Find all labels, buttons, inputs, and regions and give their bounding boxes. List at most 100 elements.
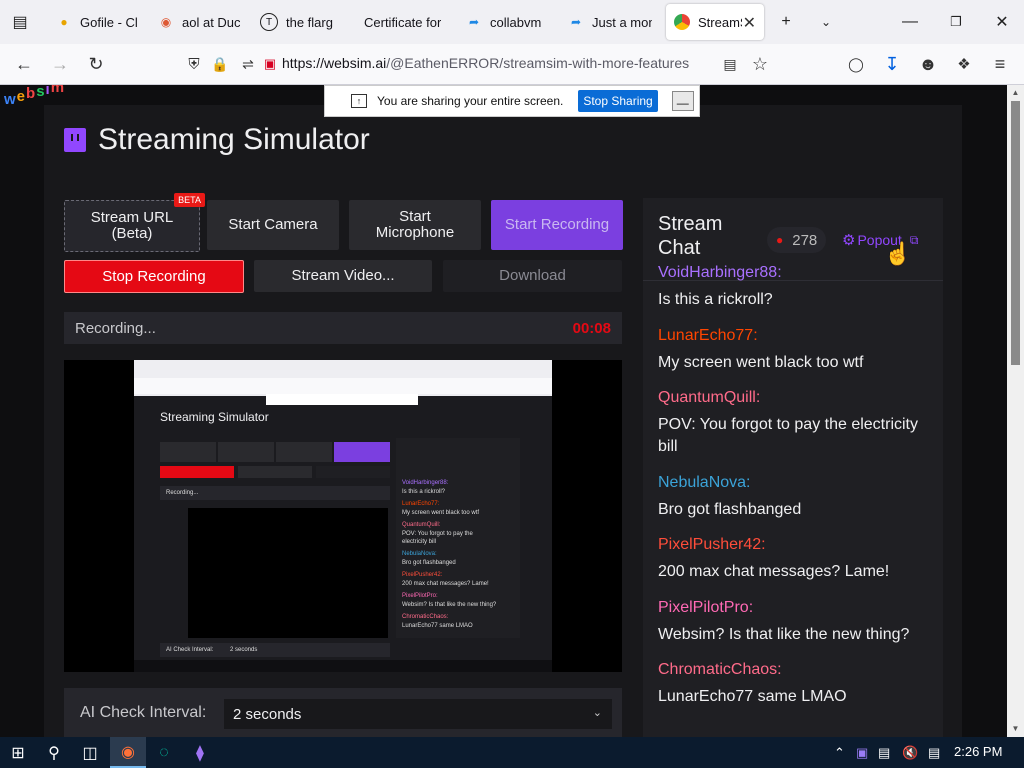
new-tab-icon[interactable]: + [772,8,800,36]
tray-app-icon[interactable]: ▣ [856,745,868,761]
menu-icon[interactable]: ≡ [986,50,1014,78]
tab-4[interactable]: ➦ collabvm [466,4,548,40]
preview-chat-line: QuantumQuill: [402,522,441,528]
tab-6-active[interactable]: StreamS ✕ [666,4,764,40]
folder-icon: ● [60,15,68,29]
reload-icon[interactable]: ↻ [82,50,110,78]
lock-icon[interactable]: 🔒 [206,50,234,78]
search-icon[interactable]: ⚲ [36,737,72,768]
restore-window-icon[interactable]: ❐ [942,8,970,36]
ai-check-interval-select[interactable]: 2 seconds ⌄ [224,699,612,729]
back-icon[interactable]: ← [10,50,38,78]
preview-button [238,466,312,478]
pocket-icon[interactable]: ◯ [842,50,870,78]
start-recording-button[interactable]: Start Recording [491,200,623,250]
preview-chat-line: 200 max chat messages? Lame! [402,581,489,587]
preview-button [334,442,390,462]
notifications-icon[interactable]: ▤ [928,745,940,761]
network-icon[interactable]: ▤ [878,745,890,761]
taskbar-clock[interactable]: 2:26 PM [954,744,1002,759]
tray-chevron-up-icon[interactable]: ⌃ [834,745,845,761]
preview-nested-frame [188,508,388,638]
chat-message: ChromaticChaos: LunarEcho77 same LMAO [658,661,938,708]
screen-share-indicator-icon[interactable]: ▣ [256,50,284,78]
chat-message-text: 200 max chat messages? Lame! [658,563,890,580]
extensions-icon[interactable]: ❖ [950,50,978,78]
preview-button [160,442,216,462]
start-camera-button[interactable]: Start Camera [207,200,339,250]
preview-chat-line: VoidHarbinger88: [402,480,449,486]
viewer-person-icon: ● [776,233,784,247]
chat-message: PixelPusher42: 200 max chat messages? Lam… [658,536,938,583]
tracking-shield-icon[interactable]: ⛨ [180,50,208,78]
firefox-taskbar-icon[interactable]: ◉ [110,737,146,768]
minimize-share-bar-button[interactable]: — [671,91,694,111]
preview-title: Streaming Simulator [160,410,269,424]
tab-5[interactable]: ➦ Just a mom [568,4,652,40]
tab-3[interactable]: Certificate for [364,4,444,40]
preview-button [218,442,274,462]
chat-username[interactable]: PixelPusher42: [658,536,938,554]
visual-studio-taskbar-icon[interactable]: ⧫ [182,737,218,768]
preview-chat-line: My screen went black too wtf [402,510,480,516]
preview-chat-line: Websim? Is that like the new thing? [402,602,497,608]
scroll-up-icon[interactable]: ▲ [1011,88,1020,97]
stream-video-button[interactable]: Stream Video... [254,260,432,292]
stream-url-button[interactable]: Stream URL (Beta) BETA [64,193,205,252]
windows-taskbar: ⊞ ⚲ ◫ ◉ ◌ ⧫ ⌃ ▣ ▤ 🔇 ▤ 2:26 PM [0,737,1024,768]
start-microphone-button[interactable]: Start Microphone [349,200,481,250]
windows-start-icon[interactable]: ⊞ [0,737,36,768]
recording-status-bar: Recording... 00:08 [64,312,622,344]
screen-sharing-bar: ↑ You are sharing your entire screen. St… [324,85,700,117]
preview-chat-line: Bro got flashbanged [402,560,456,566]
duckduckgo-icon: ◉ [160,15,172,29]
account-icon[interactable]: ☻ [914,50,942,78]
close-tab-icon[interactable]: ✕ [743,13,756,33]
scrollbar-thumb[interactable] [1011,101,1020,365]
preview-chat-line: POV: You forgot to pay the [402,531,473,537]
forward-icon[interactable]: → [46,50,74,78]
chat-username[interactable]: PixelPilotPro: [658,599,938,617]
preview-ai-value: 2 seconds [230,647,258,653]
minimize-window-icon[interactable]: — [896,8,924,36]
page-scrollbar[interactable]: ▲ ▼ [1007,85,1024,737]
stop-sharing-button[interactable]: Stop Sharing [578,90,658,112]
chat-message-text: POV: You forgot to pay the electricity b… [658,416,918,455]
list-tabs-icon[interactable]: ⌄ [812,8,840,36]
chat-username[interactable]: LunarEcho77: [658,327,938,345]
preview-nav-bar [134,378,552,394]
app-header: Streaming Simulator [64,123,370,157]
chat-username[interactable]: VoidHarbinger88: [658,264,938,282]
preview-chat-line: Is this a rickroll? [402,489,446,495]
volume-muted-icon[interactable]: 🔇 [902,745,918,761]
chat-message: QuantumQuill: POV: You forgot to pay the … [658,389,938,458]
share-screen-icon: ↑ [351,94,367,108]
scroll-down-icon[interactable]: ▼ [1011,724,1020,733]
tab-overview-icon[interactable]: ▤ [6,8,34,36]
downloads-icon[interactable]: ↧ [878,50,906,78]
url-bar[interactable]: https://websim.ai/@EathenERROR/streamsim… [282,55,689,71]
reader-view-icon[interactable]: ▤ [716,50,744,78]
viewer-count-badge: ● 278 [767,227,827,253]
collabvm-icon: ➦ [570,15,582,29]
chat-username[interactable]: NebulaNova: [658,474,938,492]
download-button[interactable]: Download [443,260,622,292]
chat-message: NebulaNova: Bro got flashbanged [658,474,938,521]
tab-0[interactable]: ● Gofile - Clo [56,4,138,40]
chat-message: VoidHarbinger88: Is this a rickroll? [658,264,938,311]
preview-chat-line: LunarEcho77 same LMAO [402,623,473,629]
tab-2[interactable]: T the flarg [260,4,342,40]
chat-message-text: Bro got flashbanged [658,501,802,518]
edge-taskbar-icon[interactable]: ◌ [146,737,182,768]
chat-username[interactable]: QuantumQuill: [658,389,938,407]
chat-message-text: My screen went black too wtf [658,354,864,371]
beta-badge: BETA [174,193,205,207]
preview-taskbar [134,660,552,672]
bookmark-star-icon[interactable]: ☆ [746,50,774,78]
tab-1[interactable]: ◉ aol at Duck [158,4,240,40]
close-window-icon[interactable]: ✕ [988,8,1016,36]
chat-username[interactable]: ChromaticChaos: [658,661,938,679]
preview-chat-line: PixelPilotPro: [402,593,438,599]
stop-recording-button[interactable]: Stop Recording [64,260,244,293]
task-view-icon[interactable]: ◫ [72,737,108,768]
